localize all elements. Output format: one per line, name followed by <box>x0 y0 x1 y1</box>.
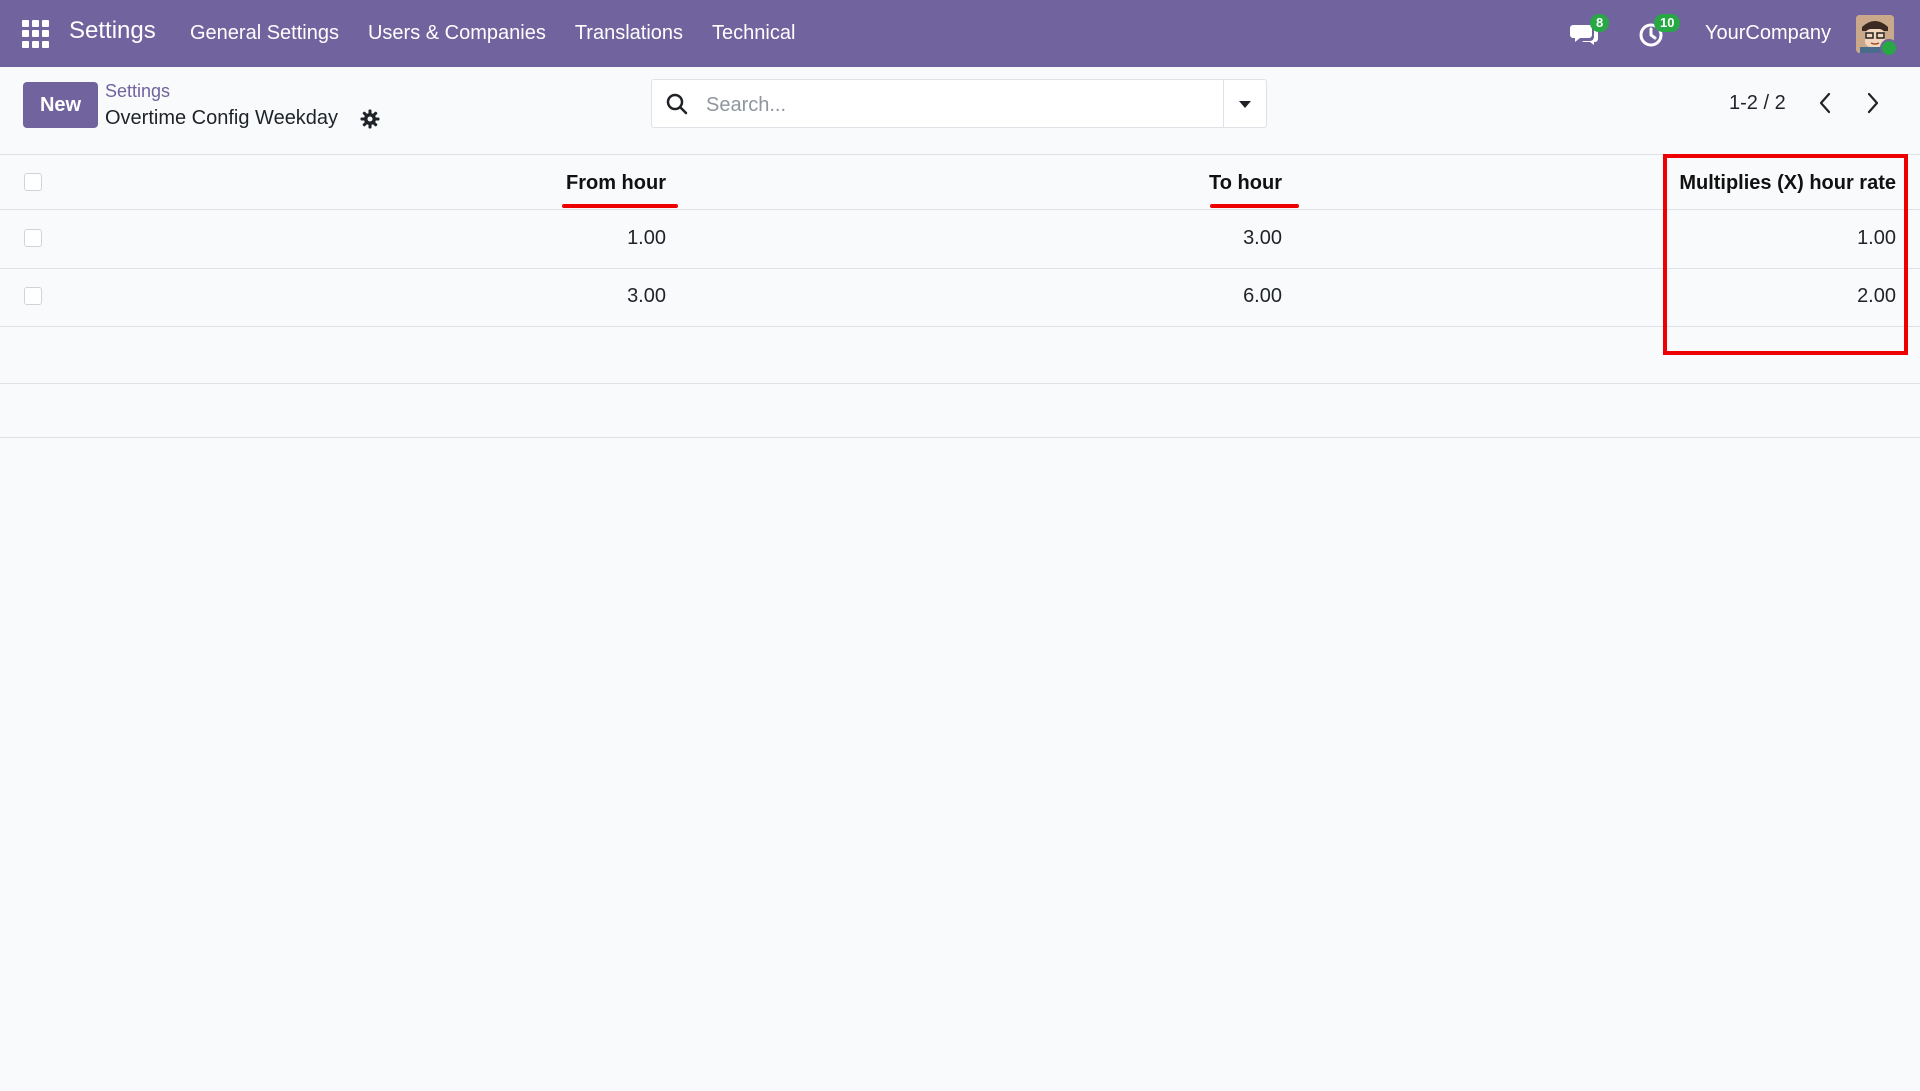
table-bottom-border <box>0 437 1920 438</box>
pager-previous-button[interactable] <box>1810 88 1840 118</box>
chevron-right-icon <box>1867 92 1879 114</box>
cell-from-hour: 1.00 <box>627 227 666 249</box>
page-title: Overtime Config Weekday <box>105 107 339 129</box>
messages-badge: 8 <box>1590 14 1610 32</box>
search-input[interactable] <box>704 89 1208 121</box>
chevron-left-icon <box>1819 92 1831 114</box>
app-menu-icon[interactable] <box>22 20 50 48</box>
annotation-highlight-multiplier-column <box>1663 154 1908 355</box>
menu-technical[interactable]: Technical <box>712 22 795 45</box>
cell-from-hour: 3.00 <box>627 285 666 307</box>
table-row[interactable]: 3.00 6.00 2.00 <box>0 269 1920 326</box>
company-switcher[interactable]: YourCompany <box>1705 22 1831 45</box>
top-navbar: Settings General Settings Users & Compan… <box>0 0 1920 67</box>
pager-next-button[interactable] <box>1858 88 1888 118</box>
column-header-to-hour[interactable]: To hour <box>1209 172 1282 195</box>
annotation-underline-to-hour <box>1210 204 1299 208</box>
annotation-underline-from-hour <box>562 204 678 208</box>
cell-to-hour: 3.00 <box>1243 227 1282 249</box>
cell-to-hour: 6.00 <box>1243 285 1282 307</box>
table-top-border <box>0 154 1920 155</box>
select-all-checkbox[interactable] <box>24 173 42 191</box>
gear-icon[interactable] <box>360 109 380 129</box>
main-menu: General Settings Users & Companies Trans… <box>190 22 824 45</box>
pager-value[interactable]: 1-2 / 2 <box>1729 92 1786 115</box>
search-bar <box>651 79 1267 128</box>
row-divider <box>0 326 1920 327</box>
activities-badge: 10 <box>1654 14 1681 32</box>
messages-icon[interactable]: 8 <box>1570 14 1610 48</box>
menu-users-companies[interactable]: Users & Companies <box>368 22 546 45</box>
table-footer-border <box>0 383 1920 384</box>
search-icon <box>666 93 688 115</box>
menu-translations[interactable]: Translations <box>575 22 683 45</box>
breadcrumb-settings[interactable]: Settings <box>105 81 170 102</box>
activities-icon[interactable]: 10 <box>1638 14 1681 48</box>
menu-general-settings[interactable]: General Settings <box>190 22 339 45</box>
row-checkbox[interactable] <box>24 229 42 247</box>
caret-down-icon <box>1239 100 1251 108</box>
new-button[interactable]: New <box>23 82 98 128</box>
row-checkbox[interactable] <box>24 287 42 305</box>
column-header-from-hour[interactable]: From hour <box>566 172 666 195</box>
presence-status-icon <box>1880 39 1898 57</box>
app-name[interactable]: Settings <box>69 17 156 45</box>
table-row[interactable]: 1.00 3.00 1.00 <box>0 210 1920 267</box>
search-options-toggle[interactable] <box>1223 80 1266 127</box>
